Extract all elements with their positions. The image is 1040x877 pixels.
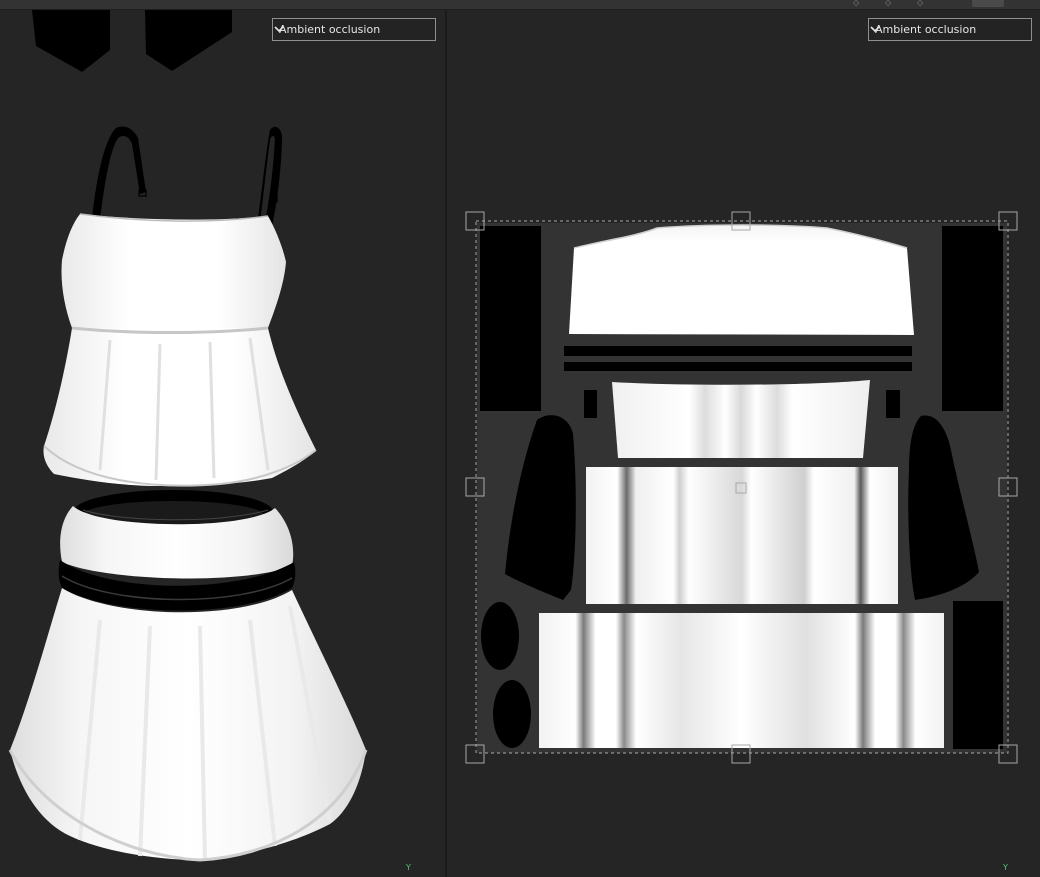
top-bodice xyxy=(61,214,287,328)
chevron-down-icon xyxy=(274,26,284,33)
uv-island-skirt-bottom xyxy=(539,613,944,748)
uv-island-strip xyxy=(953,601,1003,749)
uv-island-band xyxy=(564,346,912,356)
uv-island-oval xyxy=(493,680,531,748)
right-strap xyxy=(258,126,282,226)
uv-island-oval xyxy=(481,602,519,670)
axis-y-label: Y xyxy=(1003,863,1008,872)
toolbar-icon[interactable]: ◇ xyxy=(885,0,891,7)
uv-island-small xyxy=(886,390,900,418)
viewport-3d[interactable]: Ambient occlusion Y xyxy=(0,10,445,877)
left-strap xyxy=(92,126,146,220)
chevron-down-icon xyxy=(870,26,880,33)
uv-island-small xyxy=(584,390,597,418)
clipped-mesh-right xyxy=(145,10,232,71)
uv-island-strap xyxy=(480,226,541,411)
uv-island-skirt-top xyxy=(586,467,898,604)
axis-indicator: Y xyxy=(1003,864,1008,872)
axis-y-label: Y xyxy=(406,863,411,872)
uv-island-band xyxy=(564,362,912,371)
toolbar-icon[interactable]: ◇ xyxy=(853,0,859,7)
uv-island-waistband xyxy=(612,380,870,458)
toolbar-button[interactable] xyxy=(972,0,1004,7)
3d-model-view[interactable] xyxy=(0,10,445,877)
top-peplum xyxy=(43,328,317,486)
channel-dropdown-3d[interactable]: Ambient occlusion xyxy=(272,18,436,41)
viewport-uv[interactable]: Ambient occlusion Y xyxy=(447,10,1040,877)
clipped-mesh-left xyxy=(32,10,110,72)
channel-dropdown-uv[interactable]: Ambient occlusion xyxy=(868,18,1032,41)
toolbar-icon[interactable]: ◇ xyxy=(917,0,923,7)
uv-island-bodice xyxy=(569,225,914,335)
channel-dropdown-value: Ambient occlusion xyxy=(279,23,381,36)
uv-map-view[interactable] xyxy=(447,10,1040,877)
top-toolbar: ◇ ◇ ◇ xyxy=(0,0,1040,10)
channel-dropdown-value: Ambient occlusion xyxy=(875,23,977,36)
axis-indicator: Y xyxy=(406,864,411,872)
uv-island-strap xyxy=(942,226,1003,411)
